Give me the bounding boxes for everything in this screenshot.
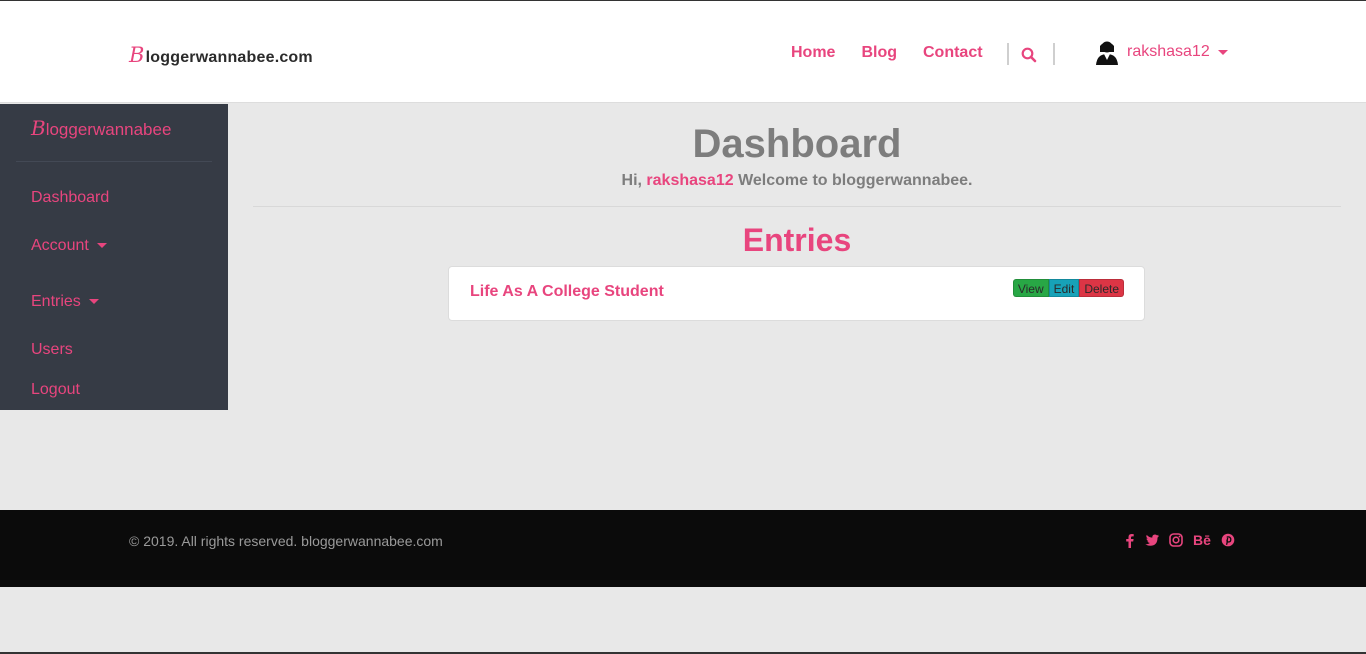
- main-nav: Home Blog Contact: [791, 44, 983, 62]
- sidebar-item-label: Dashboard: [31, 189, 110, 206]
- brand-initial: B: [129, 43, 145, 67]
- sidebar-divider: [16, 161, 212, 162]
- user-avatar-icon: [1096, 41, 1118, 65]
- entries-heading: Entries: [742, 222, 852, 258]
- pinterest-icon[interactable]: [1221, 533, 1235, 547]
- sidebar-brand-text: loggerwannabee: [45, 120, 172, 139]
- instagram-icon[interactable]: [1169, 533, 1183, 547]
- delete-button[interactable]: Delete: [1079, 279, 1124, 297]
- chevron-down-icon: [96, 243, 107, 249]
- view-button[interactable]: View: [1012, 279, 1049, 297]
- sidebar-item-label: Entries: [31, 293, 81, 310]
- sidebar-brand-initial: B: [31, 116, 46, 140]
- content-divider: [253, 206, 1341, 207]
- welcome-message: Hi, rakshasa12 Welcome to bloggerwannabe…: [228, 172, 1366, 190]
- sidebar-item-dashboard[interactable]: Dashboard: [31, 189, 109, 207]
- nav-contact-link[interactable]: Contact: [923, 44, 983, 62]
- footer: © 2019. All rights reserved. bloggerwann…: [0, 510, 1366, 587]
- edit-button[interactable]: Edit: [1048, 279, 1080, 297]
- chevron-down-icon: [88, 299, 99, 305]
- entry-actions: View Edit Delete: [1012, 279, 1124, 297]
- facebook-icon[interactable]: [1125, 533, 1134, 548]
- sidebar-item-entries[interactable]: Entries: [31, 293, 99, 311]
- entry-card: Life As A College Student View Edit Dele…: [448, 266, 1145, 321]
- greeting-prefix: Hi,: [621, 172, 642, 189]
- sidebar-item-label: Account: [31, 237, 89, 254]
- social-links: Bē: [1125, 532, 1235, 548]
- sidebar-brand[interactable]: Bloggerwannabee: [31, 116, 171, 140]
- chevron-down-icon: [1217, 49, 1228, 55]
- behance-label: Bē: [1193, 532, 1211, 548]
- user-name: rakshasa12: [1127, 43, 1210, 60]
- nav-separator: [1007, 43, 1009, 65]
- sidebar-item-users[interactable]: Users: [31, 341, 73, 359]
- page-title: Dashboard: [692, 122, 902, 166]
- search-icon[interactable]: [1021, 45, 1041, 65]
- greeting-suffix: Welcome to bloggerwannabee.: [738, 172, 973, 189]
- twitter-icon[interactable]: [1144, 534, 1159, 547]
- sidebar-item-label: Logout: [31, 381, 80, 398]
- sidebar-item-logout[interactable]: Logout: [31, 381, 80, 399]
- nav-blog-link[interactable]: Blog: [861, 44, 897, 62]
- brand-text: loggerwannabee.com: [145, 49, 313, 66]
- sidebar-item-account[interactable]: Account: [31, 237, 107, 255]
- nav-home-link[interactable]: Home: [791, 44, 835, 62]
- behance-icon[interactable]: Bē: [1193, 532, 1211, 548]
- user-menu[interactable]: rakshasa12: [1095, 39, 1228, 65]
- sidebar-item-label: Users: [31, 341, 73, 358]
- greeting-username: rakshasa12: [646, 172, 734, 189]
- brand-logo[interactable]: Bloggerwannabee.com: [129, 43, 313, 67]
- nav-separator: [1053, 43, 1055, 65]
- entry-title-link[interactable]: Life As A College Student: [470, 283, 664, 301]
- copyright-text: © 2019. All rights reserved. bloggerwann…: [129, 533, 443, 549]
- top-header: Bloggerwannabee.com Home Blog Contact ra…: [0, 1, 1366, 103]
- sidebar: Bloggerwannabee Dashboard Account Entrie…: [0, 104, 228, 410]
